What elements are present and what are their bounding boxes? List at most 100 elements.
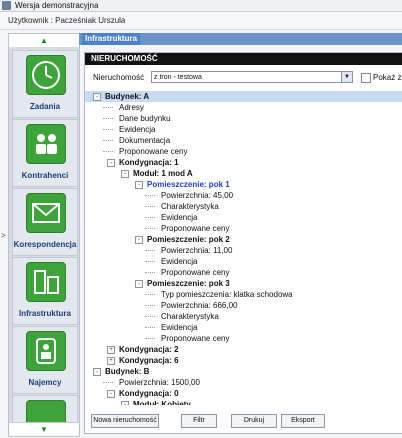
tree-connector — [103, 107, 113, 108]
tree-row[interactable]: Proponowane ceny — [85, 267, 402, 278]
collapse-icon[interactable]: - — [135, 181, 143, 189]
tree-row[interactable]: Adresy — [85, 102, 402, 113]
collapse-icon[interactable]: - — [93, 93, 101, 101]
tree-connector — [145, 206, 155, 207]
sidebar-item-label: Zadania — [29, 102, 61, 111]
tree-connector — [103, 140, 113, 141]
sidebar-item-label: Infrastruktura — [18, 309, 71, 318]
sidebar-item-infrastruktura[interactable]: Infrastruktura — [12, 257, 78, 325]
collapse-icon[interactable]: - — [121, 170, 129, 178]
tree-row[interactable]: - Budynek: B — [85, 366, 402, 377]
collapse-icon[interactable]: - — [135, 236, 143, 244]
sidebar-item-korespondencja[interactable]: Korespondencja — [12, 188, 78, 256]
sidebar-item-label: Korespondencja — [13, 240, 77, 249]
tree-row[interactable]: + Kondygnacja: 6 — [85, 355, 402, 366]
tree-connector — [103, 118, 113, 119]
expand-icon[interactable]: + — [107, 357, 115, 365]
tree-item-label: Ewidencja — [161, 257, 198, 266]
tree-item-label: Budynek: B — [105, 367, 150, 376]
tree-row[interactable]: - Budynek: A — [85, 91, 402, 102]
filter-row: Nieruchomość z tron - testowa ▼ Pokaż za… — [91, 71, 402, 85]
tree-item-label: Pomieszczenie: pok 1 — [147, 180, 230, 189]
new-property-button[interactable]: Nowa nieruchomość — [91, 414, 159, 428]
tree-row[interactable]: Ewidencja — [85, 256, 402, 267]
tree-item-label: Ewidencja — [119, 125, 156, 134]
tree-row[interactable]: - Pomieszczenie: pok 2 — [85, 234, 402, 245]
sidebar-item-zadania[interactable]: Zadania — [12, 50, 78, 118]
tree-row[interactable]: Proponowane ceny — [85, 146, 402, 157]
tree-row[interactable]: Ewidencja — [85, 212, 402, 223]
tree-connector — [145, 294, 155, 295]
tree-row[interactable]: Charakterystyka — [85, 201, 402, 212]
property-select[interactable]: z tron - testowa ▼ — [151, 71, 353, 83]
tree-item-label: Charakterystyka — [161, 202, 219, 211]
tree-item-label: Charakterystyka — [161, 312, 219, 321]
tree-row[interactable]: Powierzchnia: 666,00 — [85, 300, 402, 311]
clock-icon — [26, 55, 66, 95]
tree-row[interactable]: Proponowane ceny — [85, 223, 402, 234]
tree-row[interactable]: - Pomieszczenie: pok 1 — [85, 179, 402, 190]
show-occupied-label: Pokaż zajęte — [373, 73, 402, 82]
tree-item-label: Powierzchnia: 1500,00 — [119, 378, 200, 387]
tree-connector — [145, 217, 155, 218]
filter-label: Nieruchomość — [93, 73, 145, 82]
property-tree: - Budynek: A Adresy Dane budynku Ewidencja Do… — [85, 91, 402, 405]
tree-item-label: Powierzchnia: 11,00 — [161, 246, 233, 255]
tab-bar: Infrastruktura — [79, 33, 402, 45]
collapse-icon[interactable]: - — [121, 401, 129, 405]
tree-row[interactable]: Charakterystyka — [85, 311, 402, 322]
tree-row[interactable]: Dane budynku — [85, 113, 402, 124]
tree-item-label: Ewidencja — [161, 323, 198, 332]
tree-item-label: Pomieszczenie: pok 2 — [147, 235, 230, 244]
sidebar-collapse-icon[interactable]: > — [1, 231, 6, 240]
tree-item-label: Adresy — [119, 103, 144, 112]
tree-item-label: Powierzchnia: 45,00 — [161, 191, 234, 200]
filter-button[interactable]: Filtr — [181, 414, 217, 428]
tree-row[interactable]: Typ pomieszczenia: klatka schodowa — [85, 289, 402, 300]
tree-row[interactable]: - Kondygnacja: 1 — [85, 157, 402, 168]
tree-connector — [103, 129, 113, 130]
tree-row[interactable]: + Kondygnacja: 2 — [85, 344, 402, 355]
tree-item-label: Dokumentacja — [119, 136, 171, 145]
tree-item-label: Kondygnacja: 0 — [119, 389, 179, 398]
print-button[interactable]: Drukuj — [231, 414, 277, 428]
scroll-down-icon[interactable]: ▼ — [9, 423, 79, 436]
envelope-icon — [26, 193, 66, 233]
tree-connector — [145, 228, 155, 229]
tree-row[interactable]: Powierzchnia: 45,00 — [85, 190, 402, 201]
collapse-icon[interactable]: - — [93, 368, 101, 376]
tree-item-label: Powierzchnia: 666,00 — [161, 301, 238, 310]
tree-connector — [103, 382, 113, 383]
sidebar-item-kontrahenci[interactable]: Kontrahenci — [12, 119, 78, 187]
tree-connector — [145, 261, 155, 262]
tree-item-label: Proponowane ceny — [119, 147, 188, 156]
tree-row[interactable]: Proponowane ceny — [85, 333, 402, 344]
collapse-icon[interactable]: - — [135, 280, 143, 288]
tree-row[interactable]: Powierzchnia: 11,00 — [85, 245, 402, 256]
tree-connector — [145, 316, 155, 317]
tree-item-label: Proponowane ceny — [161, 268, 230, 277]
tree-row[interactable]: Dokumentacja — [85, 135, 402, 146]
tree-row[interactable]: - Moduł: Kobiety — [85, 399, 402, 405]
tree-row[interactable]: - Kondygnacja: 0 — [85, 388, 402, 399]
sidebar-item-najemcy[interactable]: Najemcy — [12, 326, 78, 394]
tree-row[interactable]: Ewidencja — [85, 322, 402, 333]
tree-row[interactable]: - Pomieszczenie: pok 3 — [85, 278, 402, 289]
tab-infrastruktura[interactable]: Infrastruktura — [82, 33, 141, 45]
property-select-value: z tron - testowa — [154, 74, 202, 81]
tree-row[interactable]: - Moduł: 1 mod A — [85, 168, 402, 179]
tree-row[interactable]: Powierzchnia: 1500,00 — [85, 377, 402, 388]
collapse-icon[interactable]: - — [107, 390, 115, 398]
chevron-down-icon[interactable]: ▼ — [341, 72, 352, 82]
sidebar-item-partial[interactable] — [12, 395, 78, 423]
scroll-up-icon[interactable]: ▲ — [9, 34, 79, 47]
tree-row[interactable]: Ewidencja — [85, 124, 402, 135]
title-bar: Wersja demonstracyjna — [0, 0, 402, 12]
expand-icon[interactable]: + — [107, 346, 115, 354]
export-button[interactable]: Eksport — [281, 414, 325, 428]
sidebar-item-label: Kontrahenci — [21, 171, 69, 180]
show-occupied-checkbox[interactable] — [361, 73, 371, 83]
tree-item-label: Kondygnacja: 6 — [119, 356, 179, 365]
button-row: Nowa nieruchomość Filtr Drukuj Eksport — [85, 414, 402, 428]
collapse-icon[interactable]: - — [107, 159, 115, 167]
